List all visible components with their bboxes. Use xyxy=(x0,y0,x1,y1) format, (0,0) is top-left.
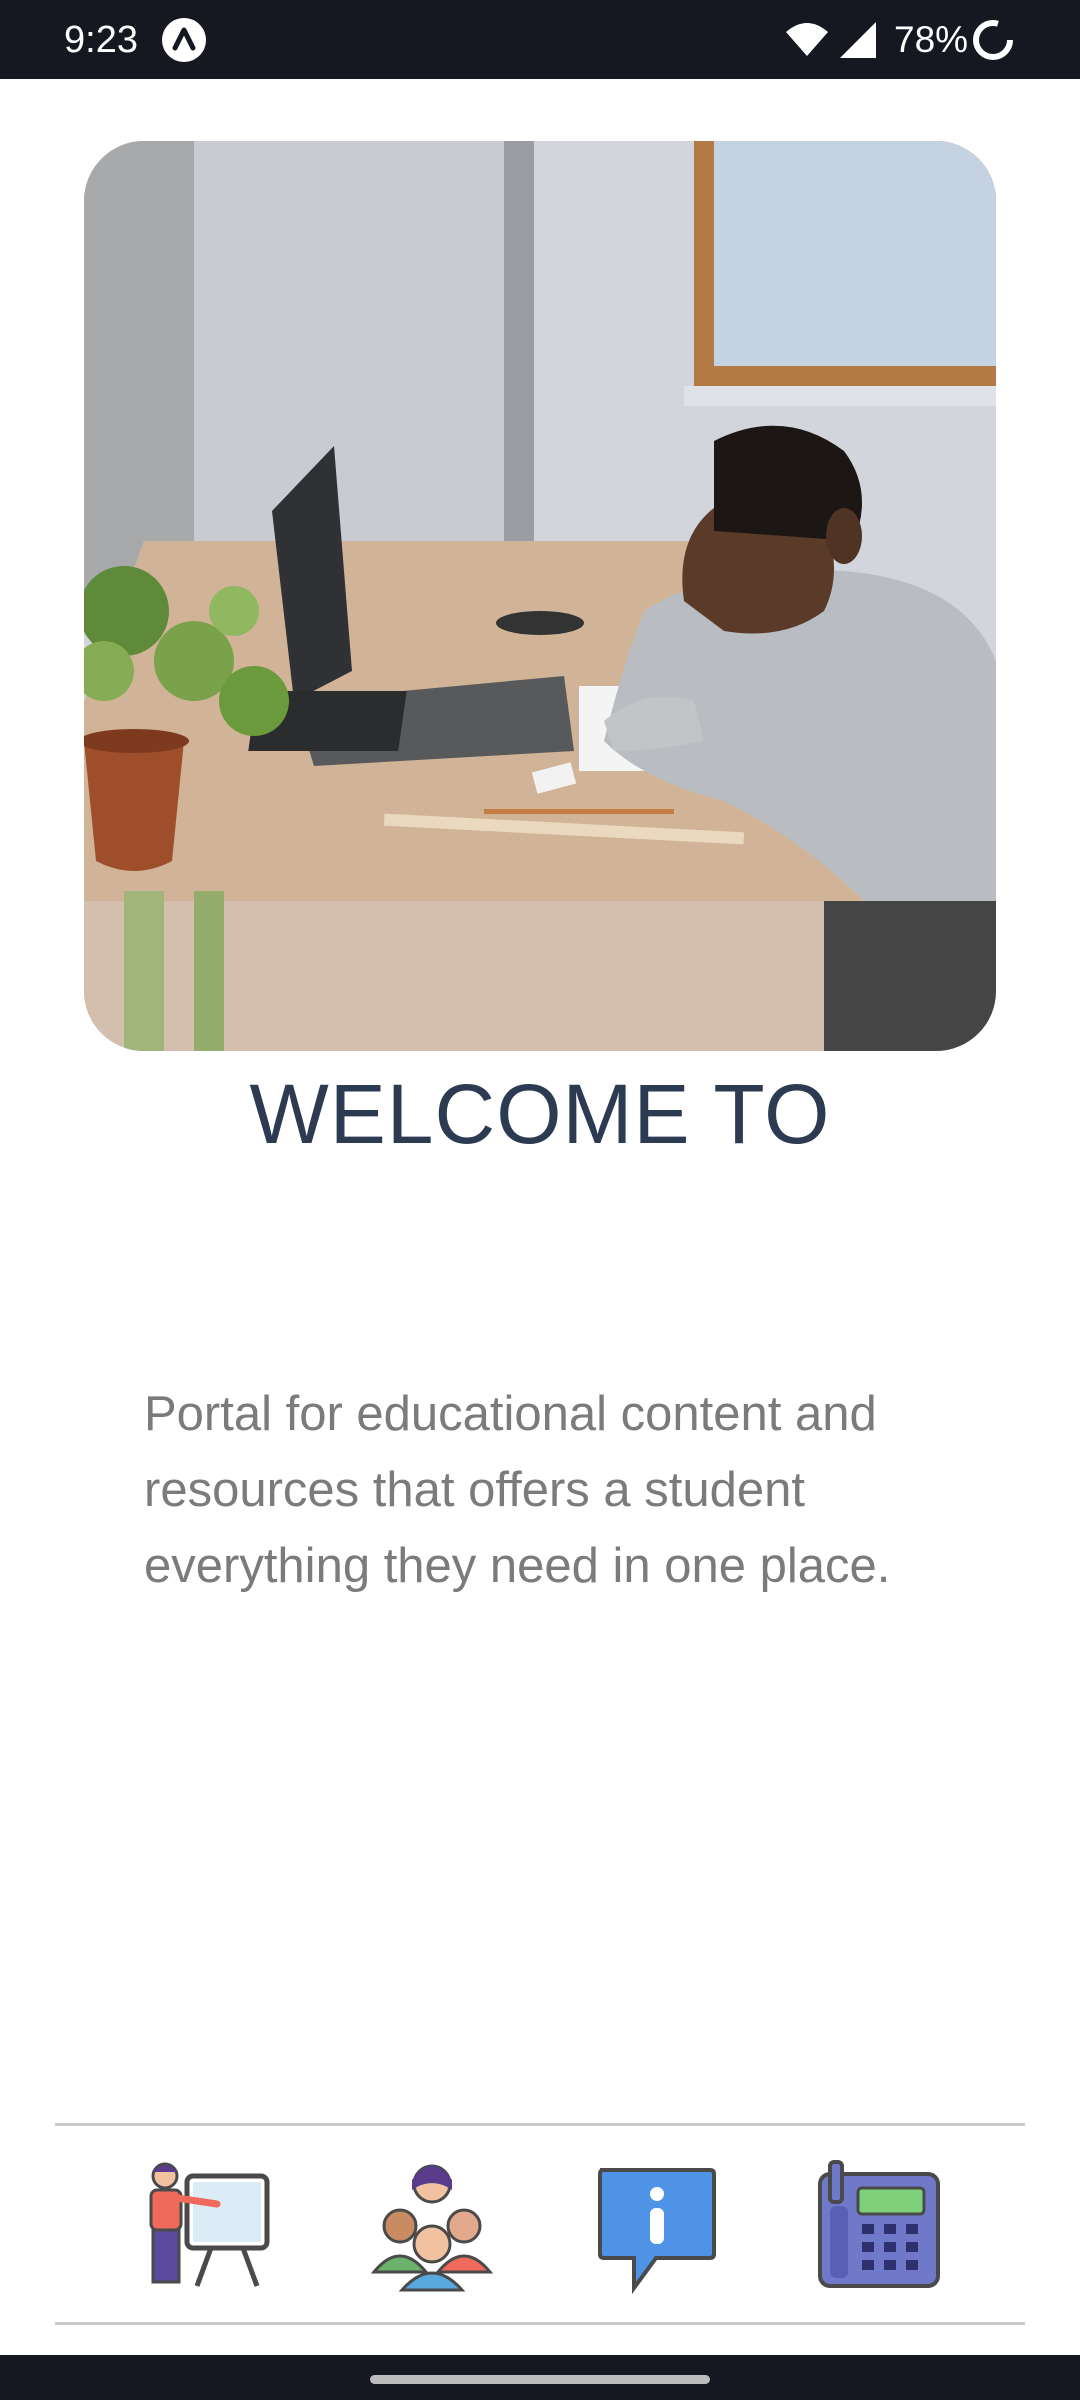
nav-button-classes[interactable] xyxy=(137,2156,277,2296)
home-gesture-handle[interactable] xyxy=(370,2375,710,2384)
info-chat-icon xyxy=(598,2168,716,2295)
hero-image xyxy=(84,141,996,1051)
nav-button-contact[interactable] xyxy=(808,2156,948,2296)
group-people-icon xyxy=(370,2164,494,2292)
boy-at-laptop-photo xyxy=(84,141,996,1051)
nav-divider-bottom xyxy=(55,2322,1025,2325)
nav-button-community[interactable] xyxy=(362,2156,502,2296)
signal-icon xyxy=(840,22,876,58)
battery-saver-icon xyxy=(973,20,1013,60)
app-notification-icon xyxy=(162,18,206,62)
welcome-title: WELCOME TO xyxy=(249,1067,831,1161)
bottom-nav xyxy=(55,2126,1025,2322)
status-time: 9:23 xyxy=(64,19,138,61)
battery-percentage: 78% xyxy=(894,19,969,60)
wifi-icon xyxy=(786,23,828,56)
telephone-icon xyxy=(818,2160,940,2288)
nav-button-info[interactable] xyxy=(586,2156,726,2296)
teacher-presentation-icon xyxy=(149,2162,270,2287)
portal-description: Portal for educational content and resou… xyxy=(144,1387,891,1593)
system-navigation-bar xyxy=(0,2355,1080,2400)
status-bar: 9:23 78% xyxy=(0,0,1080,79)
